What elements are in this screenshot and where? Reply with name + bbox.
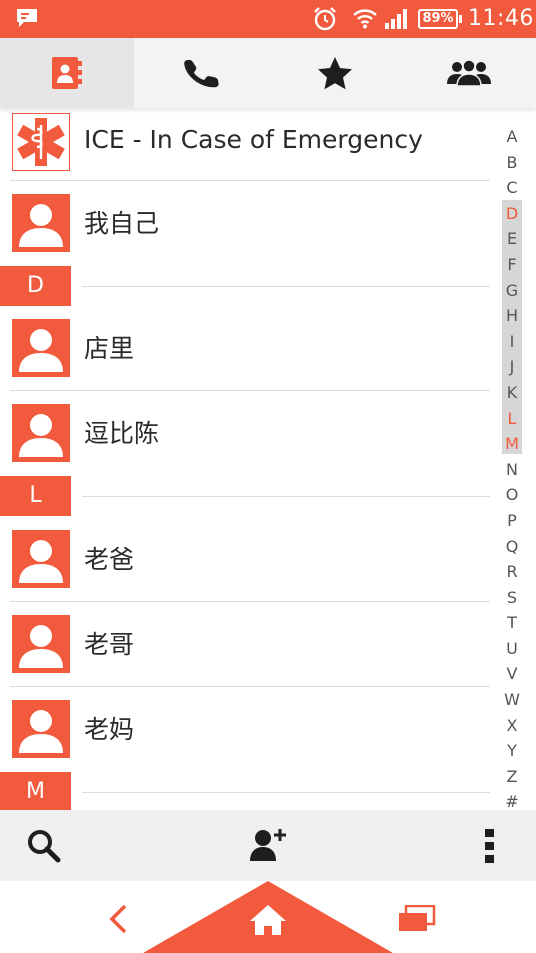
section-divider [82,496,490,497]
contact-name: 老爸 [84,545,135,574]
section-header-m: M [0,772,490,810]
index-letter[interactable]: Y [500,738,524,764]
contact-name: 我自己 [84,209,160,238]
avatar-placeholder-icon [12,319,70,377]
section-header-d: D [0,266,490,306]
battery-icon: 89% [418,9,462,29]
tab-contacts[interactable] [0,38,134,108]
tab-bar [0,38,536,108]
index-letter[interactable]: W [500,687,524,713]
index-letter[interactable]: P [500,508,524,534]
index-letter[interactable]: Z [500,764,524,790]
avatar-placeholder-icon [12,700,70,758]
contact-row[interactable]: 店里 [0,306,490,391]
contact-row[interactable]: 老爸 [0,517,490,602]
index-letter[interactable]: B [500,150,524,176]
contact-name: 逗比陈 [84,419,160,448]
tab-favorites[interactable] [268,38,402,108]
avatar-placeholder-icon [12,404,70,462]
status-clock: 11:46 [468,6,534,31]
search-icon[interactable] [27,829,61,863]
back-icon[interactable] [106,903,130,935]
index-letter[interactable]: X [500,713,524,739]
recent-apps-icon[interactable] [398,905,436,933]
section-divider [82,792,490,793]
index-letter[interactable]: C [500,175,524,201]
contact-row-me[interactable]: 我自己 [0,181,490,266]
contact-name: 店里 [84,334,135,363]
index-letter[interactable]: O [500,482,524,508]
groups-icon [447,59,491,87]
contacts-book-icon [52,57,82,89]
notification-icon [17,9,37,27]
section-letter: L [0,476,71,516]
index-letter[interactable]: L [500,406,524,432]
contact-list[interactable]: ICE - In Case of Emergency 我自己 D 店里 逗比陈 [0,108,536,810]
index-letter[interactable]: R [500,559,524,585]
alphabet-index[interactable]: A B C D E F G H I J K L M N O P Q R S T U V W X Y Z # [500,124,524,815]
contact-name: 老妈 [84,715,135,744]
index-letter[interactable]: M [500,431,524,457]
avatar-placeholder-icon [12,530,70,588]
avatar-placeholder-icon [12,194,70,252]
tab-groups[interactable] [402,38,536,108]
add-contact-icon[interactable] [248,827,288,863]
index-letter[interactable]: D [500,201,524,227]
index-letter[interactable]: T [500,610,524,636]
index-letter[interactable]: F [500,252,524,278]
index-letter[interactable]: K [500,380,524,406]
index-letter[interactable]: A [500,124,524,150]
index-letter[interactable]: E [500,226,524,252]
avatar-placeholder-icon [12,615,70,673]
section-divider [82,286,490,287]
contact-row[interactable]: 老哥 [0,602,490,687]
index-letter[interactable]: G [500,278,524,304]
index-letter[interactable]: I [500,329,524,355]
index-letter[interactable]: V [500,661,524,687]
index-letter[interactable]: N [500,457,524,483]
index-letter[interactable]: J [500,354,524,380]
index-letter[interactable]: S [500,585,524,611]
battery-percent: 89% [422,11,454,26]
contact-row[interactable]: 逗比陈 [0,391,490,476]
action-bar [0,810,536,881]
contact-row[interactable]: 老妈 [0,687,490,772]
index-letter[interactable]: H [500,303,524,329]
star-icon [318,57,352,90]
phone-icon [184,59,219,88]
index-letter[interactable]: Q [500,534,524,560]
signal-icon [385,9,407,29]
home-icon[interactable] [143,881,393,953]
section-letter: D [0,266,71,306]
wifi-icon [353,9,377,29]
index-letter[interactable]: U [500,636,524,662]
section-header-l: L [0,476,490,516]
contact-name: 老哥 [84,630,135,659]
section-letter: M [0,772,71,810]
tab-phone[interactable] [134,38,268,108]
overflow-menu-icon[interactable] [484,828,496,864]
contact-name: ICE - In Case of Emergency [84,125,423,154]
alarm-icon [314,7,336,31]
ice-medical-icon [12,113,70,171]
navigation-bar [0,881,536,953]
status-bar: 89% 11:46 [0,0,536,38]
